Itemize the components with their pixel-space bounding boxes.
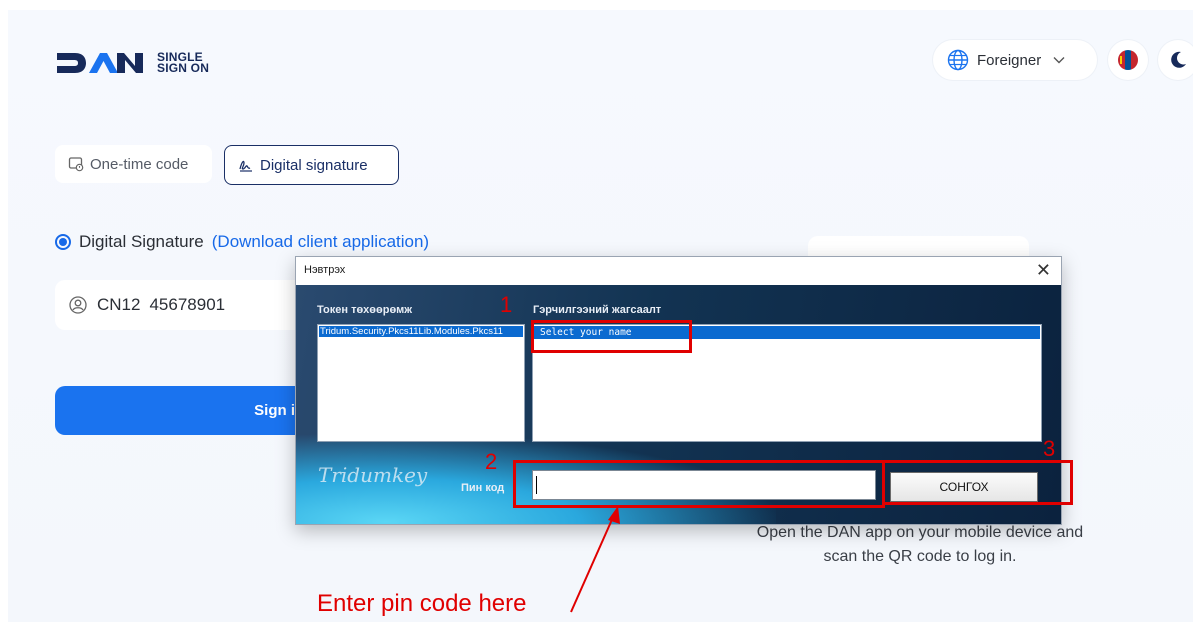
annotation-note: Enter pin code here [317, 590, 527, 617]
annotation-arrow [570, 506, 620, 613]
